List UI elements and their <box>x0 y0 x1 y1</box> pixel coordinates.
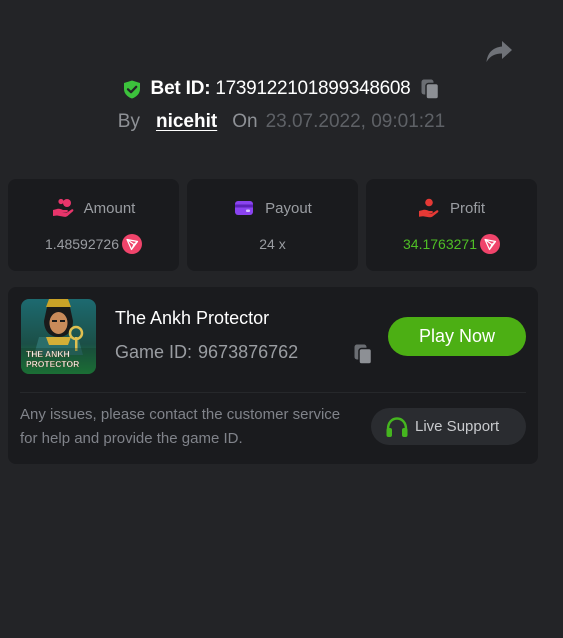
by-label: By <box>117 111 140 132</box>
copy-icon[interactable] <box>420 78 440 100</box>
game-card: THE ANKH PROTECTOR The Ankh Protector Ga… <box>8 287 538 464</box>
shield-check-icon <box>123 80 140 98</box>
game-id-row: Game ID: 9673876762 <box>115 342 298 363</box>
game-thumbnail[interactable]: THE ANKH PROTECTOR <box>21 299 96 374</box>
bet-datetime: 23.07.2022, 09:01:21 <box>265 111 446 132</box>
live-support-label: Live Support <box>415 418 500 435</box>
coins-hand-icon <box>52 198 74 217</box>
amount-label: Amount <box>83 199 136 217</box>
payout-card: Payout 24 x <box>187 179 358 271</box>
username-link[interactable]: nicehit <box>156 111 217 133</box>
profit-label: Profit <box>449 199 485 217</box>
bet-id-label: Bet ID: <box>150 78 211 99</box>
on-label: On <box>232 111 258 132</box>
bet-id-value: 1739122101899348608 <box>215 78 411 99</box>
amount-card: Amount 1.48592726 <box>8 179 179 271</box>
amount-value: 1.48592726 <box>45 236 119 252</box>
game-id-value: 9673876762 <box>198 342 299 362</box>
headset-icon <box>386 416 408 437</box>
trx-icon <box>479 234 500 254</box>
copy-icon[interactable] <box>353 343 373 365</box>
bet-id-row: Bet ID: 1739122101899348608 <box>0 77 563 101</box>
profit-card: Profit 34.1763271 <box>366 179 537 271</box>
thumb-text-line1: THE ANKH <box>26 349 70 359</box>
bet-author-row: By nicehit On 23.07.2022, 09:01:21 <box>0 110 563 134</box>
trx-icon <box>121 234 142 254</box>
game-thumbnail-art: THE ANKH PROTECTOR <box>21 299 96 374</box>
help-text: Any issues, please contact the customer … <box>20 406 341 447</box>
live-support-button[interactable]: Live Support <box>371 408 526 445</box>
profit-value: 34.1763271 <box>403 236 477 252</box>
game-id-label: Game ID: <box>115 342 193 362</box>
game-title[interactable]: The Ankh Protector <box>115 308 269 329</box>
divider <box>20 392 526 393</box>
wallet-icon <box>235 201 254 215</box>
bet-details-panel: Bet ID: 1739122101899348608 By nicehit O… <box>0 0 563 638</box>
thumb-text-line2: PROTECTOR <box>26 359 79 369</box>
payout-value: 24 x <box>259 236 286 252</box>
payout-label: Payout <box>265 199 312 217</box>
share-icon[interactable] <box>484 38 514 66</box>
hand-coin-icon <box>418 198 439 218</box>
play-now-button[interactable]: Play Now <box>388 317 526 356</box>
